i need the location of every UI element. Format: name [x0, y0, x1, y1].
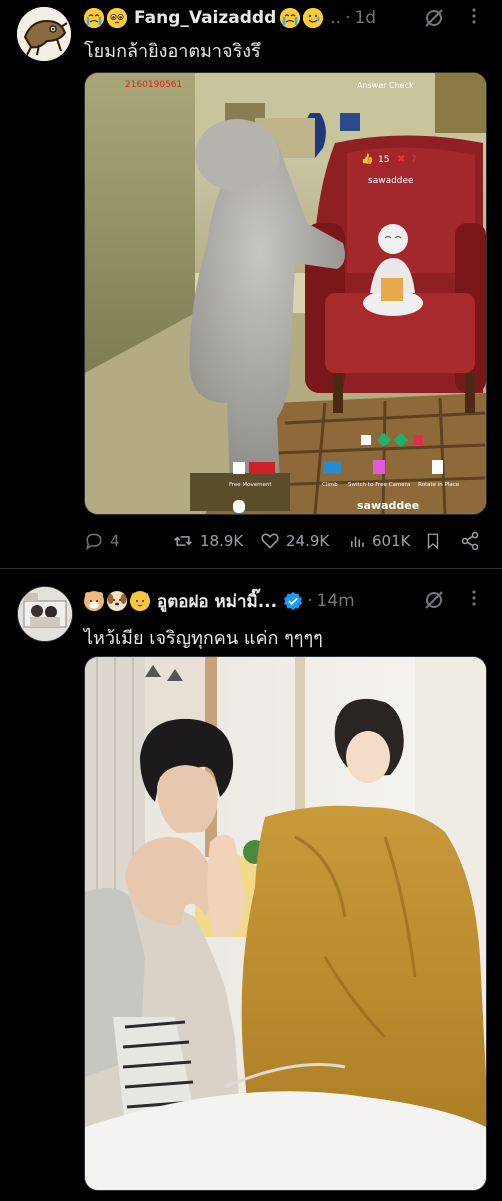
heart-icon: [261, 533, 279, 549]
bottom-player-name: sawaddee: [357, 499, 419, 512]
bookmark-button[interactable]: [424, 527, 448, 555]
control-rotate: Rotate in Place: [418, 482, 460, 488]
post-media-image[interactable]: [84, 656, 487, 1191]
control-free-movement: Free Movement: [229, 482, 272, 488]
post-actions: 4 18.9K 24.9K 601K: [84, 527, 489, 555]
post-1[interactable]: Fang_Vaizaddd .. · 1d โยมกล้ายิงอาตมาจริ…: [0, 0, 502, 568]
like-count: 24.9K: [286, 532, 330, 550]
view-count: 601K: [372, 532, 411, 550]
author-avatar[interactable]: [17, 7, 71, 61]
author-name[interactable]: อูตอฝอ หม่ามิ๊...: [157, 588, 277, 615]
repost-count: 18.9K: [200, 532, 244, 550]
repost-button[interactable]: 18.9K: [172, 527, 243, 555]
name-ellipsis: ..: [330, 8, 342, 28]
hamster-face-emoji: [84, 591, 104, 611]
meta-dot: ·: [345, 8, 351, 28]
crying-face-emoji: [84, 8, 104, 28]
answer-check-label: Answer Check: [357, 81, 414, 90]
share-icon: [461, 531, 479, 551]
game-scene: 2160190561 Answer Check 👍 15 ✖ 7 sawadde…: [85, 73, 486, 514]
post-media-image[interactable]: 2160190561 Answer Check 👍 15 ✖ 7 sawadde…: [84, 72, 487, 515]
post-header: อูตอฝอ หม่ามิ๊... · 14m: [84, 586, 355, 616]
share-button[interactable]: [460, 527, 486, 555]
cat-face-emoji: [130, 591, 150, 611]
smiling-face-with-tear-emoji: [303, 8, 324, 28]
control-free-camera: Switch to Free Camera: [348, 482, 410, 488]
more-options-icon[interactable]: [466, 5, 482, 32]
like-button[interactable]: 24.9K: [260, 527, 329, 555]
post-timestamp[interactable]: 1d: [354, 8, 376, 28]
more-options-icon[interactable]: [466, 587, 482, 614]
author-avatar[interactable]: [17, 586, 73, 642]
avatar-illustration: [17, 7, 71, 61]
post-text: ไหว้เมีย เจริญทุกคน แค่ก ๆๆๆๆ: [84, 628, 323, 649]
grok-icon[interactable]: [423, 7, 445, 29]
dislike-count: 7: [411, 155, 417, 165]
photo-scene: [85, 657, 486, 1190]
post-header: Fang_Vaizaddd .. · 1d: [84, 3, 376, 33]
thumbs-down-icon: ✖: [397, 154, 405, 165]
dog-face-emoji: [107, 591, 127, 611]
views-button[interactable]: 601K: [348, 527, 410, 555]
meta-dot: ·: [307, 591, 313, 611]
like-count: 15: [378, 155, 389, 165]
reply-icon: [86, 533, 102, 551]
repost-icon: [174, 536, 192, 546]
author-name[interactable]: Fang_Vaizaddd: [134, 8, 276, 28]
grok-icon[interactable]: [423, 589, 445, 611]
post-timestamp[interactable]: 14m: [317, 591, 355, 611]
thumbs-up-icon: 👍: [361, 152, 373, 165]
crying-face-emoji: [280, 8, 301, 28]
reply-button[interactable]: 4: [84, 527, 120, 555]
verified-badge-icon: [283, 591, 303, 611]
hud-top-left-number: 2160190561: [125, 80, 182, 90]
views-icon: [351, 536, 364, 547]
bookmark-icon: [427, 533, 439, 550]
post-text: โยมกล้ายิงอาตมาจริงรึ: [84, 41, 261, 62]
post-2[interactable]: อูตอฝอ หม่ามิ๊... · 14m ไหว้เมีย เจริญทุ…: [0, 568, 502, 1201]
avatar-photo: [18, 587, 72, 641]
control-climb: Climb: [322, 482, 338, 488]
pleading-face-emoji: [107, 8, 127, 28]
reply-count: 4: [110, 532, 120, 550]
player-nametag: sawaddee: [368, 176, 414, 186]
